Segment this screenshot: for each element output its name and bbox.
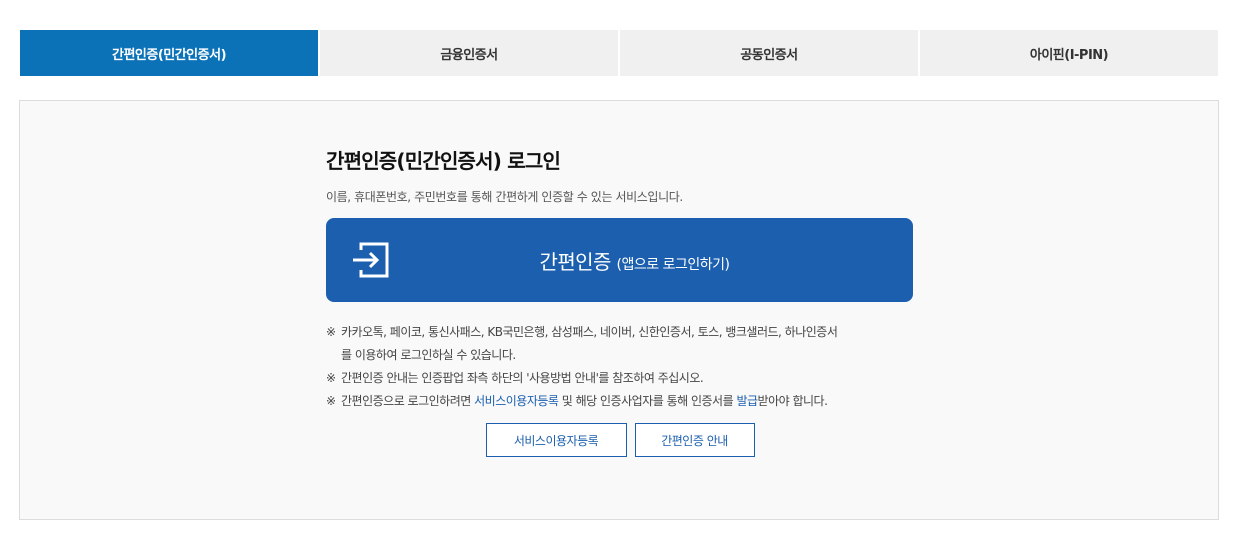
note-item: ※ 카카오톡, 페이코, 통신사패스, KB국민은행, 삼성패스, 네이버, 신…: [326, 321, 926, 367]
page-description: 이름, 휴대폰번호, 주민번호를 통해 간편하게 인증할 수 있는 서비스입니다…: [326, 190, 683, 204]
note-text: 간편인증 안내는 인증팝업 좌측 하단의 '사용방법 안내'를 참조하여 주십시…: [341, 371, 704, 385]
tab-joint-cert[interactable]: 공동인증서: [620, 30, 918, 76]
simple-auth-button-text: 간편인증 (앱으로 로그인하기): [326, 246, 913, 275]
note-item: ※ 간편인증으로 로그인하려면 서비스이용자등록 및 해당 인증사업자를 통해 …: [326, 390, 926, 413]
note-item: ※ 간편인증 안내는 인증팝업 좌측 하단의 '사용방법 안내'를 참조하여 주…: [326, 367, 926, 390]
service-registration-button[interactable]: 서비스이용자등록: [485, 423, 627, 457]
service-registration-link[interactable]: 서비스이용자등록: [474, 394, 559, 408]
login-icon: [353, 242, 389, 278]
note-text: 카카오톡, 페이코, 통신사패스, KB국민은행, 삼성패스, 네이버, 신한인…: [341, 325, 838, 362]
simple-auth-login-button[interactable]: 간편인증 (앱으로 로그인하기): [326, 218, 913, 302]
notes: ※ 카카오톡, 페이코, 통신사패스, KB국민은행, 삼성패스, 네이버, 신…: [326, 321, 926, 413]
note-mark: ※: [326, 371, 336, 385]
login-panel: 간편인증(민간인증서) 로그인 이름, 휴대폰번호, 주민번호를 통해 간편하게…: [19, 100, 1219, 520]
login-method-tabs: 간편인증(민간인증서) 금융인증서 공동인증서 아이핀(I-PIN): [20, 30, 1218, 76]
issue-cert-link[interactable]: 발급: [736, 394, 758, 408]
page-title: 간편인증(민간인증서) 로그인: [326, 149, 561, 173]
simple-auth-guide-button[interactable]: 간편인증 안내: [634, 423, 755, 457]
simple-auth-button-label: 간편인증: [539, 249, 612, 274]
login-content: 간편인증(민간인증서) 로그인 이름, 휴대폰번호, 주민번호를 통해 간편하게…: [326, 145, 926, 457]
note-mark: ※: [326, 394, 336, 408]
tab-ipin[interactable]: 아이핀(I-PIN): [920, 30, 1218, 76]
note-text: 간편인증으로 로그인하려면 서비스이용자등록 및 해당 인증사업자를 통해 인증…: [341, 394, 828, 408]
note-mark: ※: [326, 325, 336, 339]
tab-simple-auth[interactable]: 간편인증(민간인증서): [20, 30, 318, 76]
simple-auth-button-sublabel: (앱으로 로그인하기): [616, 256, 730, 273]
tab-financial-cert[interactable]: 금융인증서: [320, 30, 618, 76]
sub-buttons: 서비스이용자등록 간편인증 안내: [326, 423, 926, 457]
